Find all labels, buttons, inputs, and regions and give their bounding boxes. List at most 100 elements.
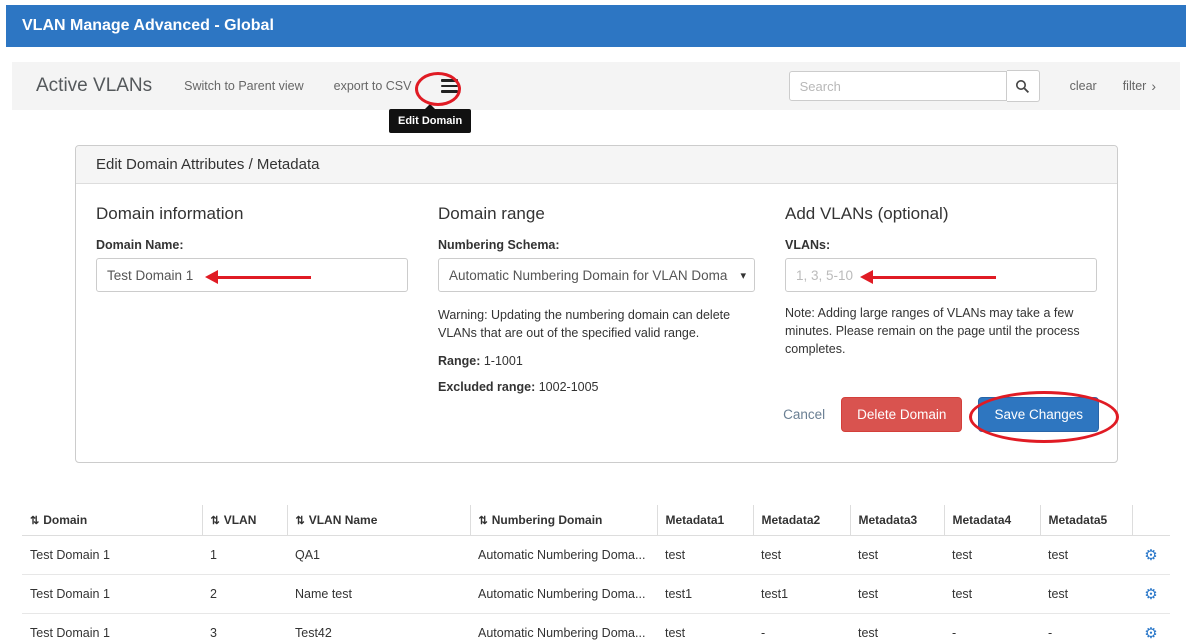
column-header-metadata5: Metadata5 xyxy=(1040,505,1132,536)
cell-metadata2: test1 xyxy=(753,575,850,614)
domain-name-label: Domain Name: xyxy=(96,238,408,252)
cell-vlan-name: Test42 xyxy=(287,614,470,643)
section-title: Active VLANs xyxy=(36,75,152,97)
arrow-shaft xyxy=(871,276,996,279)
column-header-metadata3: Metadata3 xyxy=(850,505,944,536)
cell-vlan: 1 xyxy=(202,536,287,575)
clear-link[interactable]: clear xyxy=(1070,79,1097,93)
delete-domain-button[interactable]: Delete Domain xyxy=(841,397,962,432)
gear-icon[interactable]: ⚙ xyxy=(1144,625,1157,642)
column-label: Domain xyxy=(43,513,87,527)
cell-metadata4: - xyxy=(944,614,1040,643)
column-header-vlan-name[interactable]: ⇅ VLAN Name xyxy=(287,505,470,536)
annotation-ellipse-menu xyxy=(415,72,461,106)
domain-information-heading: Domain information xyxy=(96,204,408,224)
panel-body: Domain information Domain Name: Domain r… xyxy=(76,184,1117,414)
chevron-down-icon: ▾ xyxy=(740,269,746,282)
cell-vlan-name: QA1 xyxy=(287,536,470,575)
cell-metadata1: test xyxy=(657,614,753,643)
cell-numbering-domain: Automatic Numbering Doma... xyxy=(470,575,657,614)
search-group: clear filter › xyxy=(789,70,1156,102)
column-label: VLAN xyxy=(224,513,257,527)
add-vlans-heading: Add VLANs (optional) xyxy=(785,204,1097,224)
cell-domain: Test Domain 1 xyxy=(22,536,202,575)
column-label: Numbering Domain xyxy=(492,513,603,527)
cell-metadata3: test xyxy=(850,575,944,614)
cell-numbering-domain: Automatic Numbering Doma... xyxy=(470,536,657,575)
domain-range-heading: Domain range xyxy=(438,204,755,224)
table-row: Test Domain 1 1 QA1 Automatic Numbering … xyxy=(22,536,1170,575)
column-header-vlan[interactable]: ⇅ VLAN xyxy=(202,505,287,536)
search-icon xyxy=(1015,79,1030,94)
range-line: Range: 1-1001 xyxy=(438,354,755,368)
vlans-label: VLANs: xyxy=(785,238,1097,252)
cancel-button[interactable]: Cancel xyxy=(783,407,825,422)
cell-vlan: 3 xyxy=(202,614,287,643)
switch-parent-view-link[interactable]: Switch to Parent view xyxy=(184,79,304,93)
table-row: Test Domain 1 3 Test42 Automatic Numberi… xyxy=(22,614,1170,643)
cell-metadata3: test xyxy=(850,536,944,575)
column-header-numbering-domain[interactable]: ⇅ Numbering Domain xyxy=(470,505,657,536)
column-header-domain[interactable]: ⇅ Domain xyxy=(22,505,202,536)
toolbar: Active VLANs Switch to Parent view expor… xyxy=(12,62,1180,110)
chevron-right-icon: › xyxy=(1151,78,1156,94)
domain-range-section: Domain range Numbering Schema: Automatic… xyxy=(438,204,755,394)
sort-icon: ⇅ xyxy=(296,515,305,527)
column-header-metadata4: Metadata4 xyxy=(944,505,1040,536)
page-title: VLAN Manage Advanced - Global xyxy=(22,17,274,35)
sort-icon: ⇅ xyxy=(211,515,220,527)
vlan-table: ⇅ Domain ⇅ VLAN ⇅ VLAN Name ⇅ Numbering Doma… xyxy=(22,505,1170,643)
actions-column-header xyxy=(1132,505,1170,536)
cell-vlan-name: Name test xyxy=(287,575,470,614)
numbering-schema-value: Automatic Numbering Domain for VLAN Doma xyxy=(449,268,738,283)
add-vlans-section: Add VLANs (optional) VLANs: Note: Adding… xyxy=(785,204,1097,394)
sort-icon: ⇅ xyxy=(30,515,39,527)
cell-metadata1: test xyxy=(657,536,753,575)
excluded-range-line: Excluded range: 1002-1005 xyxy=(438,380,755,394)
annotation-arrow-vlans xyxy=(860,270,996,284)
cell-metadata2: - xyxy=(753,614,850,643)
gear-icon[interactable]: ⚙ xyxy=(1144,586,1157,603)
search-button[interactable] xyxy=(1007,70,1040,102)
annotation-arrow-domain-name xyxy=(205,270,311,284)
column-label: VLAN Name xyxy=(309,513,378,527)
sort-icon: ⇅ xyxy=(479,515,488,527)
gear-icon[interactable]: ⚙ xyxy=(1144,547,1157,564)
edit-domain-tooltip: Edit Domain xyxy=(389,109,471,133)
app-header: VLAN Manage Advanced - Global xyxy=(6,5,1186,47)
excluded-range-label: Excluded range: xyxy=(438,380,535,394)
cell-metadata4: test xyxy=(944,536,1040,575)
numbering-schema-label: Numbering Schema: xyxy=(438,238,755,252)
table-header-row: ⇅ Domain ⇅ VLAN ⇅ VLAN Name ⇅ Numbering Doma… xyxy=(22,505,1170,536)
vlans-note-text: Note: Adding large ranges of VLANs may t… xyxy=(785,304,1085,358)
arrow-shaft xyxy=(216,276,311,279)
cell-metadata5: test xyxy=(1040,575,1132,614)
cell-domain: Test Domain 1 xyxy=(22,614,202,643)
cell-vlan: 2 xyxy=(202,575,287,614)
annotation-ellipse-save-changes xyxy=(969,391,1119,443)
numbering-schema-select[interactable]: Automatic Numbering Domain for VLAN Doma… xyxy=(438,258,755,292)
cell-metadata2: test xyxy=(753,536,850,575)
cell-metadata4: test xyxy=(944,575,1040,614)
range-label: Range: xyxy=(438,354,480,368)
filter-link[interactable]: filter › xyxy=(1123,78,1156,94)
edit-domain-panel: Edit Domain Attributes / Metadata Domain… xyxy=(75,145,1118,463)
cell-metadata5: - xyxy=(1040,614,1132,643)
cell-metadata5: test xyxy=(1040,536,1132,575)
cell-numbering-domain: Automatic Numbering Doma... xyxy=(470,614,657,643)
cell-domain: Test Domain 1 xyxy=(22,575,202,614)
domain-information-section: Domain information Domain Name: xyxy=(96,204,408,394)
search-input[interactable] xyxy=(789,71,1007,101)
cell-metadata3: test xyxy=(850,614,944,643)
filter-label: filter xyxy=(1123,79,1147,93)
numbering-warning-text: Warning: Updating the numbering domain c… xyxy=(438,306,755,342)
range-value: 1-1001 xyxy=(484,354,523,368)
page: VLAN Manage Advanced - Global Active VLA… xyxy=(0,0,1192,643)
column-header-metadata1: Metadata1 xyxy=(657,505,753,536)
panel-title: Edit Domain Attributes / Metadata xyxy=(76,146,1117,184)
column-header-metadata2: Metadata2 xyxy=(753,505,850,536)
excluded-range-value: 1002-1005 xyxy=(539,380,599,394)
table-row: Test Domain 1 2 Name test Automatic Numb… xyxy=(22,575,1170,614)
cell-metadata1: test1 xyxy=(657,575,753,614)
export-csv-link[interactable]: export to CSV xyxy=(334,79,412,93)
